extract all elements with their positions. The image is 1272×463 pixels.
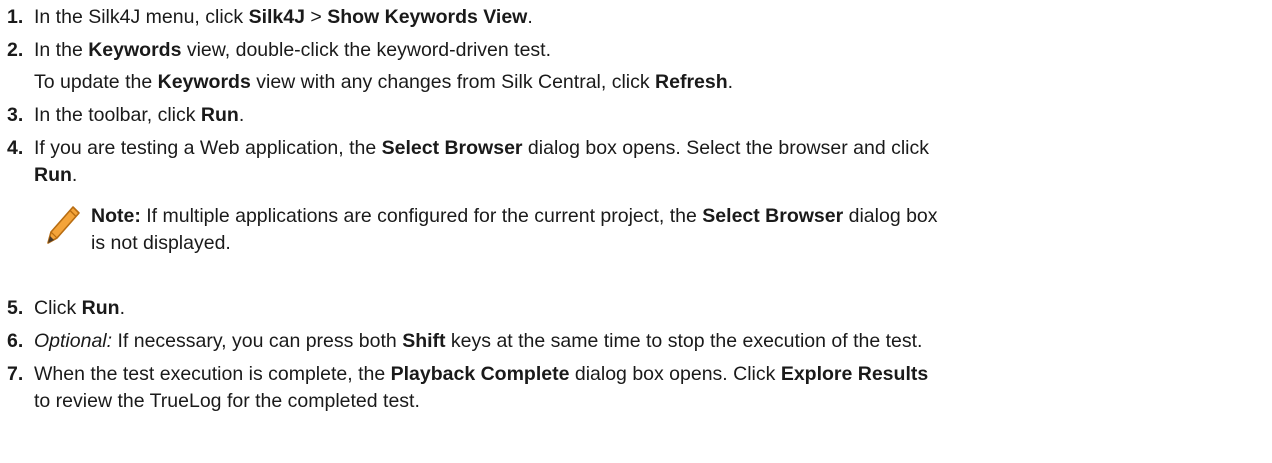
- step-number: 1.: [7, 6, 24, 28]
- step-4: 4. If you are testing a Web application, …: [7, 137, 929, 159]
- step-number: 3.: [7, 104, 24, 126]
- note-line-1: Note: If multiple applications are confi…: [91, 205, 938, 227]
- step-number: 2.: [7, 39, 24, 61]
- step-4-continuation: Run.: [34, 164, 78, 186]
- note-label: Note:: [91, 205, 141, 227]
- step-6: 6. Optional: If necessary, you can press …: [7, 330, 923, 352]
- step-7-continuation: to review the TrueLog for the completed …: [34, 390, 420, 412]
- step-number: 7.: [7, 363, 24, 385]
- pencil-icon: [47, 206, 80, 244]
- step-1: 1. In the Silk4J menu, click Silk4J > Sho…: [7, 6, 533, 28]
- step-7: 7. When the test execution is complete, t…: [7, 363, 929, 385]
- step-2-subtext: To update the Keywords view with any cha…: [34, 71, 734, 93]
- step-3: 3. In the toolbar, click Run.: [7, 104, 245, 126]
- note-line-2: is not displayed.: [91, 232, 231, 254]
- step-number: 6.: [7, 330, 24, 352]
- step-number: 4.: [7, 137, 24, 159]
- menu-silk4j: Silk4J: [248, 6, 305, 28]
- menu-show-keywords-view: Show Keywords View: [327, 6, 528, 28]
- step-number: 5.: [7, 297, 24, 319]
- optional-label: Optional:: [34, 330, 113, 352]
- refresh-term: Refresh: [655, 71, 728, 93]
- step-5: 5. Click Run.: [7, 297, 125, 319]
- step-2: 2. In the Keywords view, double-click the…: [7, 39, 551, 61]
- document: 1. In the Silk4J menu, click Silk4J > Sho…: [0, 0, 1272, 463]
